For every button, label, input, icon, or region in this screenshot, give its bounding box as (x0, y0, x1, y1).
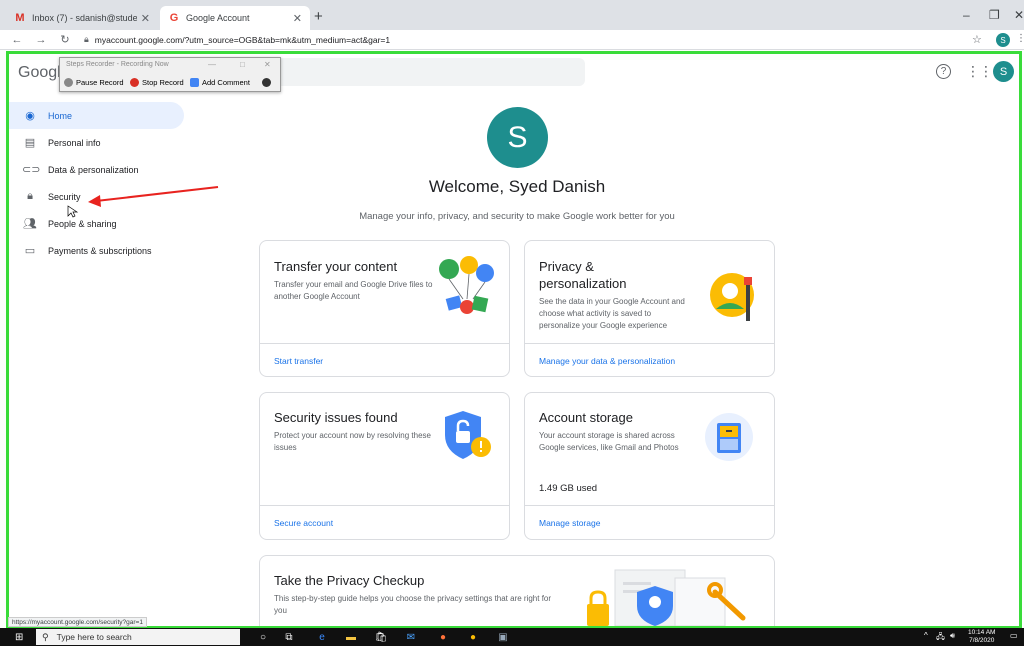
search-icon: ⚲ (42, 631, 49, 642)
secure-lock-icon[interactable]: 🔒︎ (84, 34, 89, 45)
windows-taskbar: ⊞ ⚲ Type here to search ○ ⧉ e ▬ 🛍︎ ✉ ● ●… (0, 628, 1024, 646)
clock-time: 10:14 AM (968, 629, 996, 636)
forward-icon[interactable]: → (34, 34, 48, 46)
tab-title: Google Account (186, 13, 250, 23)
bookmark-star-icon[interactable]: ☆ (972, 33, 982, 46)
firefox-icon[interactable]: ● (436, 630, 450, 644)
volume-icon[interactable]: 🔊︎ (950, 631, 955, 641)
tab-gmail-inbox[interactable]: M Inbox (7) - sdanish@students.au ✕ (6, 6, 158, 30)
network-icon[interactable]: 🖧︎ (936, 631, 945, 645)
windows-start-icon[interactable]: ⊞ (15, 632, 23, 643)
status-bar-url: https://myaccount.google.com/security?ga… (8, 617, 147, 627)
address-bar: ← → ↻ 🔒︎ myaccount.google.com/?utm_sourc… (0, 30, 1024, 50)
tray-chevron-icon[interactable]: ^ (924, 631, 928, 640)
tab-title: Inbox (7) - sdanish@students.au (32, 13, 137, 23)
restore-icon[interactable]: ❐ (989, 8, 1000, 22)
cortana-icon[interactable]: ○ (256, 630, 270, 644)
notifications-icon[interactable]: ▭ (1010, 631, 1018, 640)
clock-date: 7/8/2020 (969, 637, 995, 644)
close-tab-icon[interactable]: ✕ (293, 12, 302, 25)
recording-frame (6, 51, 1022, 628)
edge-icon[interactable]: e (315, 630, 329, 644)
screenshot-root: M Inbox (7) - sdanish@students.au ✕ G Go… (0, 0, 1024, 646)
browser-tab-strip: M Inbox (7) - sdanish@students.au ✕ G Go… (0, 0, 1024, 30)
google-g-icon: G (169, 12, 179, 24)
reload-icon[interactable]: ↻ (58, 33, 72, 46)
new-tab-icon[interactable]: + (314, 8, 323, 25)
chrome-icon[interactable]: ● (466, 630, 480, 644)
mail-icon[interactable]: ✉ (404, 630, 418, 644)
taskbar-search-input[interactable]: ⚲ Type here to search (36, 629, 240, 645)
browser-menu-icon[interactable]: ⋮ (1016, 33, 1024, 44)
close-window-icon[interactable]: ✕ (1014, 8, 1024, 22)
steps-recorder-taskbar-icon[interactable]: ▣ (496, 630, 510, 644)
store-icon[interactable]: 🛍︎ (374, 630, 388, 644)
minimize-icon[interactable]: – (963, 8, 970, 22)
taskbar-clock[interactable]: 10:14 AM 7/8/2020 (968, 629, 995, 645)
close-tab-icon[interactable]: ✕ (141, 12, 150, 25)
url-field[interactable]: myaccount.google.com/?utm_source=OGB&tab… (95, 35, 390, 45)
taskbar-search-placeholder: Type here to search (56, 632, 132, 642)
gmail-icon: M (15, 12, 25, 24)
file-explorer-icon[interactable]: ▬ (344, 630, 358, 644)
back-icon[interactable]: ← (10, 34, 24, 46)
tab-google-account[interactable]: G Google Account ✕ (160, 6, 310, 30)
browser-profile-avatar[interactable]: S (996, 33, 1010, 47)
task-view-icon[interactable]: ⧉ (282, 630, 296, 644)
